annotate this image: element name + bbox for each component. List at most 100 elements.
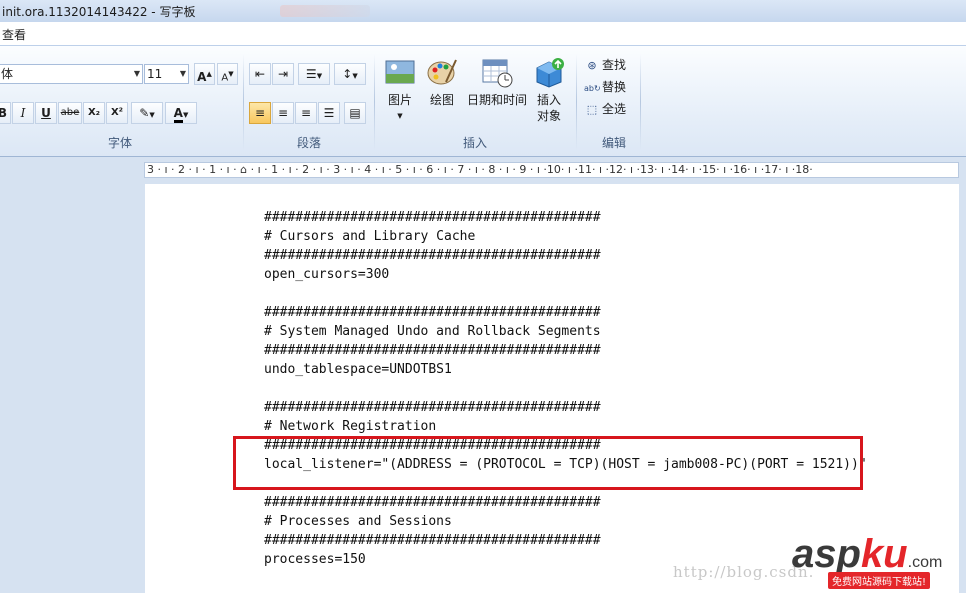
font-family-combo[interactable]: 体 ▼ bbox=[0, 64, 143, 84]
calendar-clock-icon bbox=[481, 56, 513, 88]
document-line[interactable]: # Processes and Sessions bbox=[264, 512, 867, 531]
justify-button[interactable]: ☰ bbox=[318, 102, 340, 124]
title-decoration bbox=[280, 5, 370, 17]
document-line[interactable]: undo_tablespace=UNDOTBS1 bbox=[264, 360, 867, 379]
strikethrough-icon: abe bbox=[60, 107, 80, 118]
document-line[interactable]: ########################################… bbox=[264, 208, 867, 227]
logo-asp: asp bbox=[792, 532, 861, 576]
replace-button[interactable]: ab↻替换 bbox=[584, 77, 626, 97]
align-center-icon: ≡ bbox=[277, 106, 289, 120]
align-left-icon: ≡ bbox=[254, 106, 266, 120]
menu-bar: 查看 bbox=[0, 22, 966, 46]
highlighter-icon: ✎ bbox=[139, 106, 150, 120]
document-line[interactable] bbox=[264, 379, 867, 398]
document-line[interactable]: ########################################… bbox=[264, 246, 867, 265]
superscript-button[interactable]: X² bbox=[106, 102, 128, 124]
logo-com: .com bbox=[907, 554, 943, 571]
insert-object-button[interactable]: 插入 对象 bbox=[520, 56, 578, 124]
select-all-icon: ⬚ bbox=[586, 103, 598, 116]
find-button[interactable]: ⊛ 查找 bbox=[584, 55, 626, 75]
align-right-button[interactable]: ≡ bbox=[295, 102, 317, 124]
picture-icon bbox=[384, 56, 416, 88]
insert-group: 图片 ▼ 绘图 日期和时间 插入 对象 插入 bbox=[376, 50, 574, 154]
align-right-icon: ≡ bbox=[300, 106, 312, 120]
red-highlight-box bbox=[233, 436, 863, 490]
line-spacing-icon: ↕ bbox=[342, 67, 353, 81]
document-line[interactable]: ########################################… bbox=[264, 398, 867, 417]
line-spacing-button[interactable]: ↕▼ bbox=[334, 63, 366, 85]
document-line[interactable]: ########################################… bbox=[264, 493, 867, 512]
menu-view[interactable]: 查看 bbox=[0, 26, 28, 43]
ruler-ticks: 3 · ı · 2 · ı · 1 · ı · ⌂ · ı · 1 · ı · … bbox=[147, 163, 813, 176]
paragraph-group: ⇤ ⇥ ☰▼ ↕▼ ≡ ≡ ≡ ☰ ▤ 段落 bbox=[246, 50, 372, 154]
italic-button[interactable]: I bbox=[12, 102, 34, 124]
document-line[interactable]: # Cursors and Library Cache bbox=[264, 227, 867, 246]
watermark-subtitle: 免费网站源码下载站! bbox=[828, 572, 931, 589]
decrease-indent-button[interactable]: ⇤ bbox=[249, 63, 271, 85]
font-group-label: 字体 bbox=[107, 136, 132, 150]
window-title: init.ora.1132014143422 - 写字板 bbox=[2, 5, 196, 19]
object-icon bbox=[533, 56, 565, 88]
insert-group-label: 插入 bbox=[462, 136, 487, 150]
ruler[interactable]: 3 · ı · 2 · ı · 1 · ı · ⌂ · ı · 1 · ı · … bbox=[144, 162, 959, 178]
shrink-font-button[interactable]: A▼ bbox=[217, 63, 238, 85]
bold-button[interactable]: B bbox=[0, 102, 11, 124]
document-text[interactable]: ########################################… bbox=[264, 208, 867, 569]
document-line[interactable]: # Network Registration bbox=[264, 417, 867, 436]
subscript-icon: X₂ bbox=[87, 107, 101, 118]
binoculars-icon: ⊛ bbox=[587, 59, 597, 72]
document-line[interactable]: # System Managed Undo and Rollback Segme… bbox=[264, 322, 867, 341]
select-all-button[interactable]: ⬚ 全选 bbox=[584, 99, 626, 119]
underline-icon: U bbox=[41, 106, 51, 120]
ribbon-divider bbox=[576, 54, 577, 150]
chevron-down-icon: ▼ bbox=[397, 112, 403, 120]
font-color-icon: A bbox=[173, 106, 183, 123]
ribbon-divider bbox=[640, 54, 641, 150]
chevron-down-icon: ▼ bbox=[182, 111, 189, 119]
chevron-down-icon: ▼ bbox=[179, 69, 186, 78]
document-line[interactable]: ########################################… bbox=[264, 531, 867, 550]
insert-object-label-2: 对象 bbox=[536, 109, 561, 123]
document-line[interactable]: ########################################… bbox=[264, 341, 867, 360]
chevron-down-icon: ▼ bbox=[149, 111, 155, 119]
justify-icon: ☰ bbox=[323, 106, 335, 120]
title-bar: init.ora.1132014143422 - 写字板 bbox=[0, 0, 966, 23]
find-label: 查找 bbox=[602, 58, 627, 72]
edit-group-label: 编辑 bbox=[601, 136, 626, 150]
font-size-value: 11 bbox=[147, 67, 163, 81]
bullets-button[interactable]: ☰▼ bbox=[298, 63, 330, 85]
replace-icon: ab↻ bbox=[584, 84, 601, 93]
paragraph-group-label: 段落 bbox=[296, 136, 321, 150]
paragraph-dialog-button[interactable]: ▤ bbox=[344, 102, 366, 124]
font-color-button[interactable]: A▼ bbox=[165, 102, 197, 124]
logo-ku: ku bbox=[860, 532, 908, 576]
select-all-label: 全选 bbox=[602, 102, 627, 116]
paragraph-icon: ▤ bbox=[349, 106, 361, 120]
align-left-button[interactable]: ≡ bbox=[249, 102, 271, 124]
list-icon: ☰ bbox=[305, 67, 317, 81]
superscript-icon: X² bbox=[110, 107, 124, 118]
indent-icon: ⇥ bbox=[277, 67, 289, 81]
subscript-button[interactable]: X₂ bbox=[83, 102, 105, 124]
grow-font-button[interactable]: A▲ bbox=[194, 63, 215, 85]
chevron-down-icon: ▼ bbox=[352, 72, 358, 80]
insert-object-label-1: 插入 bbox=[536, 93, 561, 107]
highlight-color-button[interactable]: ✎▼ bbox=[131, 102, 163, 124]
ribbon: 体 ▼ 11 ▼ A▲ A▼ B I U abe X₂ X² ✎▼ A▼ 字体 … bbox=[0, 46, 966, 157]
font-group: 体 ▼ 11 ▼ A▲ A▼ B I U abe X₂ X² ✎▼ A▼ 字体 bbox=[0, 50, 240, 154]
document-line[interactable] bbox=[264, 284, 867, 303]
align-center-button[interactable]: ≡ bbox=[272, 102, 294, 124]
underline-button[interactable]: U bbox=[35, 102, 57, 124]
edit-group: ⊛ 查找 ab↻替换 ⬚ 全选 编辑 bbox=[584, 50, 644, 154]
palette-icon bbox=[426, 56, 458, 88]
chevron-down-icon: ▼ bbox=[133, 69, 140, 78]
document-line[interactable]: open_cursors=300 bbox=[264, 265, 867, 284]
italic-icon: I bbox=[20, 106, 26, 120]
ribbon-divider bbox=[243, 54, 244, 150]
increase-indent-button[interactable]: ⇥ bbox=[272, 63, 294, 85]
font-family-value: 体 bbox=[1, 67, 14, 81]
bold-icon: B bbox=[0, 106, 8, 120]
strikethrough-button[interactable]: abe bbox=[58, 102, 82, 124]
font-size-combo[interactable]: 11 ▼ bbox=[144, 64, 189, 84]
document-line[interactable]: ########################################… bbox=[264, 303, 867, 322]
